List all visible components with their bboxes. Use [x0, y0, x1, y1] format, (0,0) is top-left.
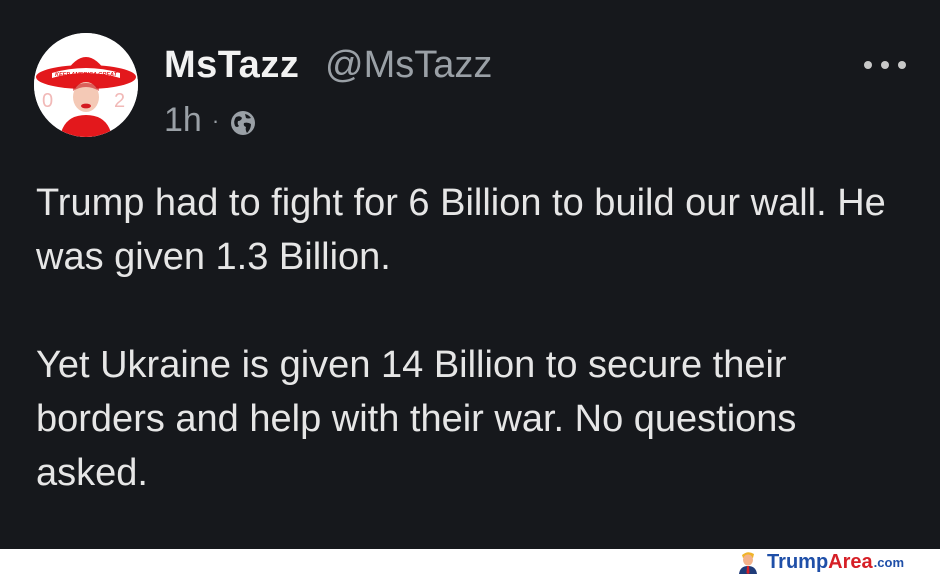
svg-text:2: 2	[114, 90, 125, 112]
avatar-image: KEEP AMERICA GREAT 0 2	[34, 33, 138, 137]
post-paragraph: Trump had to fight for 6 Billion to buil…	[36, 182, 886, 278]
more-dot	[881, 61, 889, 69]
watermark-tld: .com	[873, 554, 904, 570]
more-dot	[864, 61, 872, 69]
post-paragraph: Yet Ukraine is given 14 Billion to secur…	[36, 344, 797, 494]
author-name[interactable]: MsTazz	[164, 44, 299, 87]
post-body: Trump had to fight for 6 Billion to buil…	[36, 176, 906, 500]
meta-separator: ·	[211, 107, 220, 133]
author-handle[interactable]: @MsTazz	[325, 44, 492, 87]
post-time[interactable]: 1h	[164, 101, 202, 140]
globe-icon	[229, 107, 257, 135]
avatar[interactable]: KEEP AMERICA GREAT 0 2	[34, 33, 138, 137]
trump-figure-icon	[737, 550, 759, 574]
watermark-brand: TrumpArea	[767, 550, 873, 573]
avatar-hat-text: KEEP AMERICA GREAT	[55, 72, 118, 78]
more-dot	[898, 61, 906, 69]
watermark-logo: TrumpArea .com	[737, 550, 904, 574]
post-meta: 1h ·	[164, 101, 257, 140]
post-card: KEEP AMERICA GREAT 0 2 MsTazz @MsTazz 1h…	[0, 0, 940, 549]
svg-text:0: 0	[42, 90, 53, 112]
more-options-icon[interactable]	[864, 55, 906, 75]
